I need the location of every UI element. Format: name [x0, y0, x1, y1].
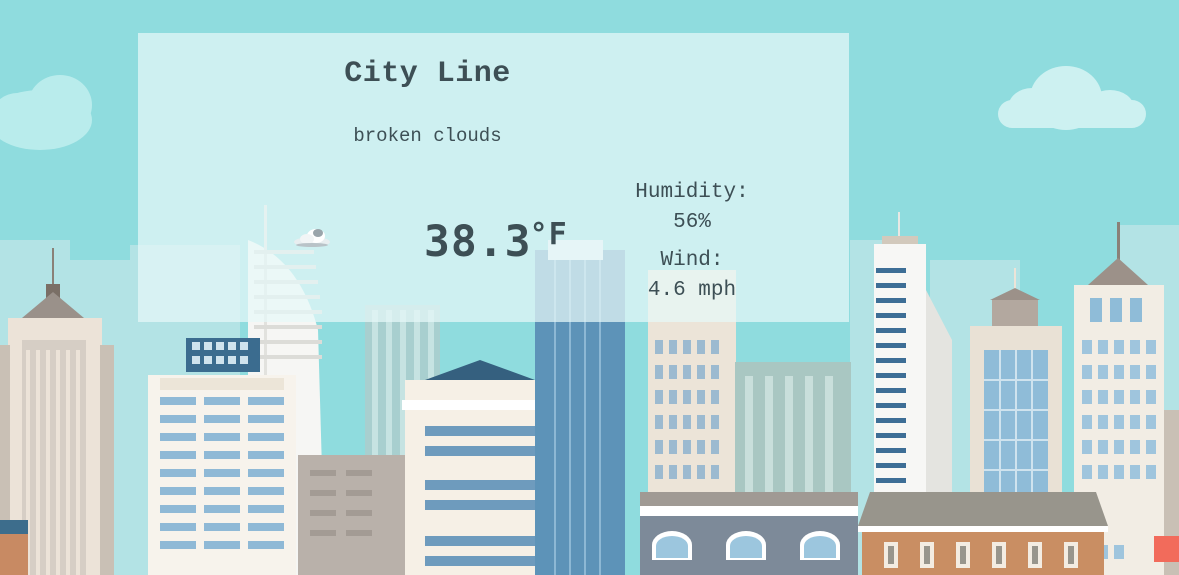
temperature-value: 38.3 — [424, 217, 532, 267]
building-arches — [640, 492, 858, 575]
cloud-icon — [290, 223, 334, 251]
wind-label: Wind: — [660, 249, 724, 272]
city-name: City Line — [344, 57, 511, 91]
weather-description: broken clouds — [353, 125, 502, 147]
temperature-readout: 38.3°F — [424, 217, 568, 267]
humidity-label: Humidity: — [635, 181, 749, 204]
building-brick — [858, 492, 1108, 575]
wind-value: 4.6 mph — [647, 279, 737, 302]
temperature-unit: °F — [529, 217, 568, 252]
weather-stats: Humidity: 56% Wind: 4.6 mph — [612, 178, 772, 314]
weather-card: City Line broken clouds 38.3°F Humidity:… — [138, 33, 849, 322]
humidity-value: 56% — [673, 211, 711, 234]
